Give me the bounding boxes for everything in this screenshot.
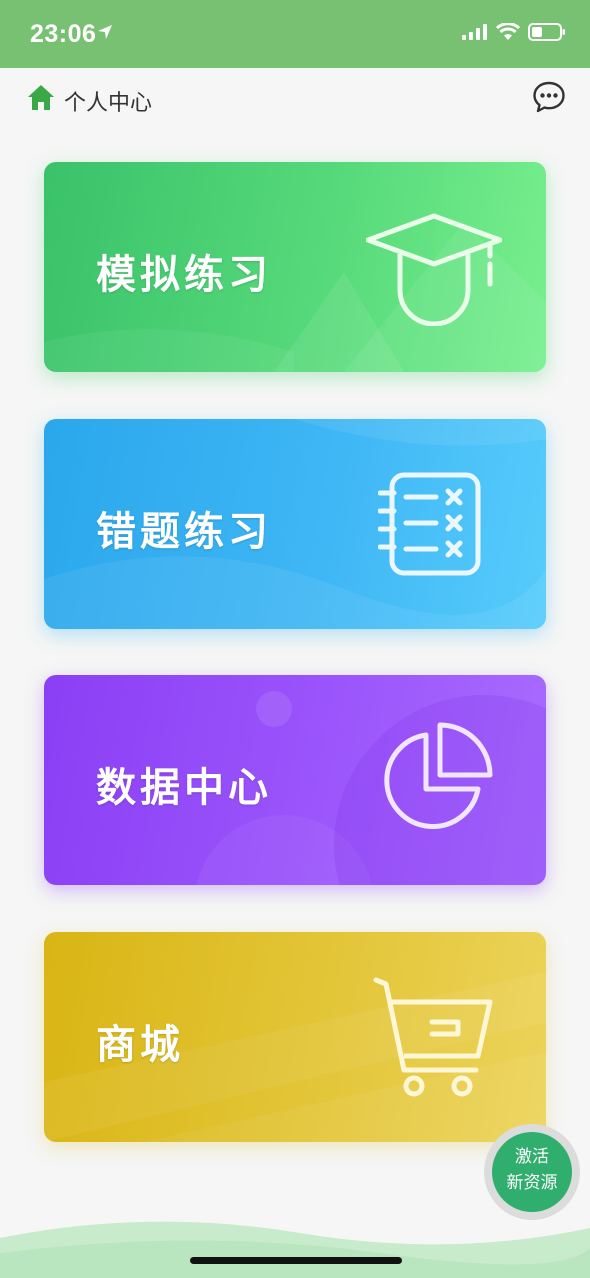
home-indicator[interactable] bbox=[190, 1257, 402, 1264]
card-label: 数据中心 bbox=[96, 765, 272, 811]
status-indicators bbox=[462, 22, 566, 46]
mock-practice-card[interactable]: 模拟练习 bbox=[44, 162, 546, 372]
home-icon[interactable] bbox=[26, 82, 56, 116]
data-center-card[interactable]: 数据中心 bbox=[44, 675, 546, 885]
card-label: 模拟练习 bbox=[96, 252, 272, 298]
status-bar: 23:06 bbox=[0, 0, 590, 68]
page-title: 个人中心 bbox=[64, 91, 153, 116]
shopping-cart-icon bbox=[372, 976, 496, 1102]
fab-line-1: 激活 bbox=[515, 1147, 549, 1167]
page-header: 个人中心 bbox=[0, 68, 590, 132]
graduation-cap-icon bbox=[365, 210, 503, 330]
wrong-questions-practice-card[interactable]: 错题练习 bbox=[44, 419, 546, 629]
status-time: 23:06 bbox=[30, 20, 97, 48]
battery-icon bbox=[528, 22, 566, 46]
bottom-wave-decoration bbox=[0, 1221, 590, 1278]
message-icon[interactable] bbox=[532, 80, 566, 118]
card-label: 错题练习 bbox=[96, 509, 272, 555]
location-arrow-icon bbox=[97, 24, 113, 44]
pie-chart-icon bbox=[374, 721, 494, 845]
activate-new-resources-button[interactable]: 激活 新资源 bbox=[492, 1132, 572, 1212]
fab-line-2: 新资源 bbox=[506, 1173, 558, 1193]
signal-icon bbox=[462, 24, 488, 44]
wrong-questions-list-icon bbox=[377, 471, 482, 581]
shop-card[interactable]: 商城 bbox=[44, 932, 546, 1142]
wifi-icon bbox=[495, 22, 521, 45]
card-label: 商城 bbox=[96, 1022, 184, 1068]
